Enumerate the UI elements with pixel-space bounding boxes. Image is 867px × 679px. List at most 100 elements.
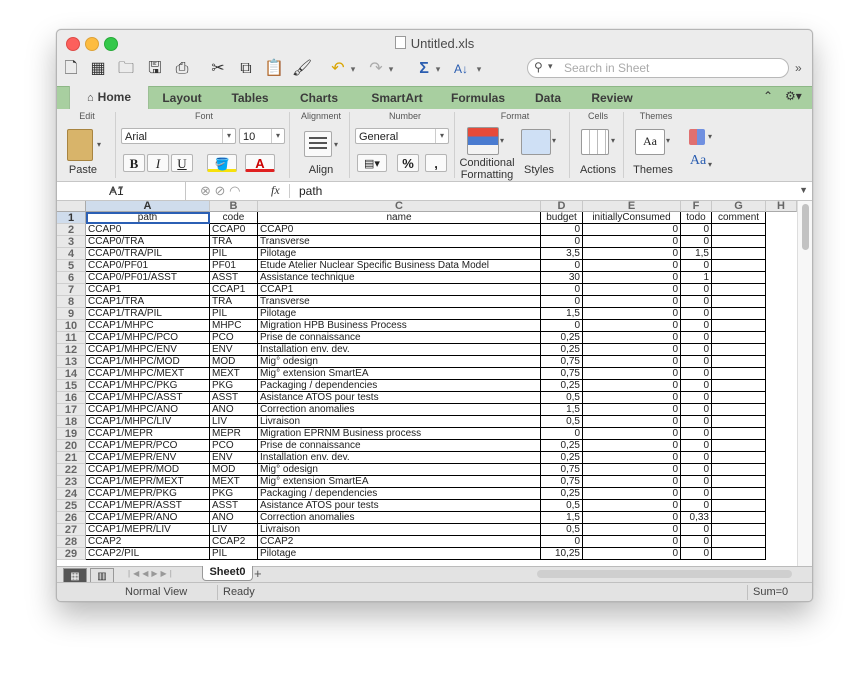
row-header[interactable]: 25: [57, 500, 86, 512]
conditional-formatting-dropdown-icon[interactable]: ▾: [500, 135, 504, 147]
table-cell[interactable]: 0: [583, 236, 681, 248]
percent-button[interactable]: %: [397, 154, 419, 172]
autosum-dropdown-icon[interactable]: ▾: [434, 58, 442, 80]
row-header[interactable]: 1: [57, 212, 86, 224]
table-cell[interactable]: ANO: [210, 512, 258, 524]
new-document-icon[interactable]: 🗋: [62, 58, 80, 80]
bold-button[interactable]: B: [123, 154, 145, 172]
vertical-scroll-thumb[interactable]: [802, 204, 809, 250]
table-cell[interactable]: MOD: [210, 464, 258, 476]
sort-dropdown-icon[interactable]: ▾: [475, 58, 483, 80]
search-box[interactable]: ⚲ ▾: [527, 58, 789, 78]
table-cell[interactable]: 0: [583, 488, 681, 500]
table-cell[interactable]: Prise de connaissance: [258, 440, 541, 452]
actions-label[interactable]: Actions: [577, 164, 619, 176]
autosum-icon[interactable]: Σ: [415, 58, 433, 80]
table-cell[interactable]: Pilotage: [258, 248, 541, 260]
row-header[interactable]: 6: [57, 272, 86, 284]
ribbon-settings-gear-icon[interactable]: ⚙▾: [785, 89, 802, 103]
table-cell[interactable]: 0: [583, 284, 681, 296]
row-header[interactable]: 24: [57, 488, 86, 500]
tab-formulas[interactable]: Formulas: [443, 87, 513, 109]
table-cell[interactable]: MOD: [210, 356, 258, 368]
table-cell[interactable]: ANO: [210, 404, 258, 416]
table-cell[interactable]: 0: [583, 332, 681, 344]
save-icon[interactable]: 🖫: [145, 58, 165, 80]
table-cell[interactable]: 0: [681, 440, 712, 452]
format-painter-icon[interactable]: 🖌: [291, 58, 313, 80]
table-cell[interactable]: 0: [681, 260, 712, 272]
table-cell[interactable]: 0,25: [541, 440, 583, 452]
theme-colors-dropdown-icon[interactable]: ▾: [708, 131, 712, 143]
table-cell[interactable]: 0: [681, 416, 712, 428]
font-name-select[interactable]: Arial ▾: [121, 128, 236, 144]
table-cell[interactable]: CCAP1/MHPC/MEXT: [86, 368, 210, 380]
table-cell[interactable]: CCAP1/MHPC: [86, 320, 210, 332]
table-cell[interactable]: 0: [583, 320, 681, 332]
table-cell[interactable]: [712, 308, 766, 320]
row-header[interactable]: 23: [57, 476, 86, 488]
table-cell[interactable]: 0: [583, 356, 681, 368]
table-cell[interactable]: CCAP0/TRA: [86, 236, 210, 248]
paste-button-label[interactable]: Paste: [65, 164, 101, 176]
sum-status[interactable]: Sum=0: [753, 586, 788, 598]
copy-icon[interactable]: ⧉: [235, 58, 257, 80]
row-header[interactable]: 3: [57, 236, 86, 248]
table-cell[interactable]: CCAP1/MEPR/PCO: [86, 440, 210, 452]
table-cell[interactable]: 0: [541, 536, 583, 548]
table-cell[interactable]: MEXT: [210, 368, 258, 380]
table-cell[interactable]: Livraison: [258, 416, 541, 428]
row-header[interactable]: 8: [57, 296, 86, 308]
table-cell[interactable]: Pilotage: [258, 308, 541, 320]
table-cell[interactable]: [712, 476, 766, 488]
column-header-f[interactable]: F: [681, 201, 712, 212]
row-header[interactable]: 20: [57, 440, 86, 452]
table-cell[interactable]: Transverse: [258, 236, 541, 248]
confirm-icon[interactable]: ⊘: [215, 183, 226, 198]
redo-icon[interactable]: ↷: [365, 58, 387, 80]
table-cell[interactable]: CCAP1/MHPC/ANO: [86, 404, 210, 416]
table-cell[interactable]: 0: [541, 296, 583, 308]
table-cell[interactable]: 0: [583, 380, 681, 392]
table-cell[interactable]: Migration EPRNM Business process: [258, 428, 541, 440]
table-cell[interactable]: CCAP1/TRA/PIL: [86, 308, 210, 320]
table-cell[interactable]: CCAP1/MHPC/PCO: [86, 332, 210, 344]
table-cell[interactable]: CCAP2/PIL: [86, 548, 210, 560]
row-header[interactable]: 7: [57, 284, 86, 296]
search-options-icon[interactable]: ▾: [548, 61, 553, 72]
stepper-arrows-icon[interactable]: ▲▼: [109, 184, 181, 193]
table-cell[interactable]: Mig° odesign: [258, 464, 541, 476]
table-cell[interactable]: 0: [583, 464, 681, 476]
table-cell[interactable]: LIV: [210, 416, 258, 428]
formula-content[interactable]: path: [299, 184, 322, 198]
table-cell[interactable]: Prise de connaissance: [258, 332, 541, 344]
table-cell[interactable]: PF01: [210, 260, 258, 272]
table-cell[interactable]: CCAP1/MEPR/ENV: [86, 452, 210, 464]
table-cell[interactable]: 0,5: [541, 524, 583, 536]
table-cell[interactable]: [712, 428, 766, 440]
styles-label[interactable]: Styles: [519, 164, 559, 176]
table-cell[interactable]: 0: [681, 308, 712, 320]
theme-fonts-icon[interactable]: Aa: [687, 154, 709, 168]
table-cell[interactable]: 0,25: [541, 452, 583, 464]
table-cell[interactable]: 0: [583, 260, 681, 272]
font-size-select[interactable]: 10 ▾: [239, 128, 285, 144]
tab-layout[interactable]: Layout: [153, 87, 211, 109]
table-cell[interactable]: 0: [681, 452, 712, 464]
expand-formula-bar-icon[interactable]: ▼: [799, 185, 808, 195]
table-cell[interactable]: CCAP1/TRA: [86, 296, 210, 308]
table-cell[interactable]: 0: [681, 536, 712, 548]
undo-icon[interactable]: ↶: [327, 58, 349, 80]
table-cell[interactable]: CCAP1/MHPC/MOD: [86, 356, 210, 368]
table-cell[interactable]: ASST: [210, 272, 258, 284]
row-header[interactable]: 9: [57, 308, 86, 320]
styles-dropdown-icon[interactable]: ▾: [552, 135, 556, 147]
currency-format-button[interactable]: ▤▾: [357, 154, 387, 172]
table-cell[interactable]: 0: [541, 224, 583, 236]
row-header[interactable]: 13: [57, 356, 86, 368]
table-cell[interactable]: 0: [541, 260, 583, 272]
table-cell[interactable]: CCAP1/MHPC/ENV: [86, 344, 210, 356]
tab-data[interactable]: Data: [523, 87, 573, 109]
table-cell[interactable]: 0: [583, 368, 681, 380]
table-cell[interactable]: [712, 284, 766, 296]
